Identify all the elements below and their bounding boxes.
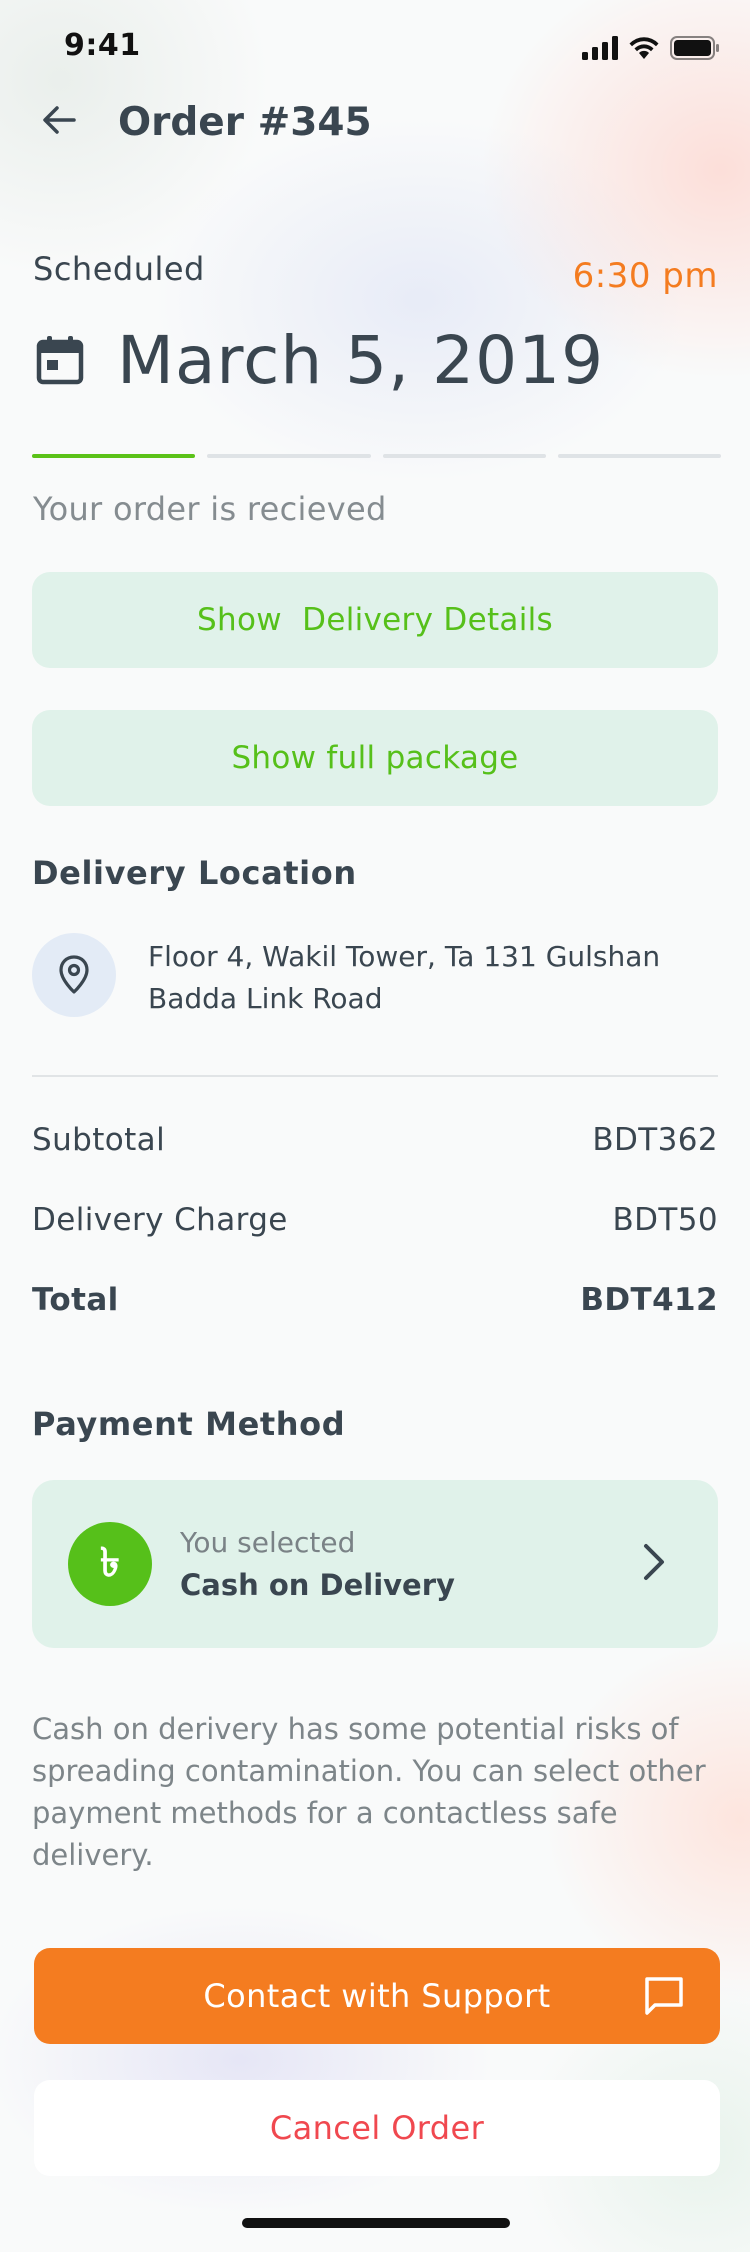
delivery-address: Floor 4, Wakil Tower, Ta 131 Gulshan Bad… [148,936,708,1020]
progress-step [32,454,196,458]
payment-selected-label: You selected [180,1526,356,1559]
address-line-2: Badda Link Road [148,982,383,1015]
battery-icon [670,36,719,60]
page-title: Order #345 [118,100,372,145]
payment-method-name: Cash on Delivery [180,1568,455,1602]
delivery-charge-label: Delivery Charge [32,1202,288,1238]
show-delivery-details-button[interactable]: Show Delivery Details [32,572,718,668]
delivery-location-title: Delivery Location [32,854,357,892]
cancel-order-button[interactable]: Cancel Order [34,2080,720,2176]
location-pin-icon [32,933,116,1017]
schedule-date: March 5, 2019 [117,322,605,399]
delivery-charge-row: Delivery Charge BDT50 [32,1202,718,1238]
chat-icon [645,1977,683,2015]
progress-step [557,454,721,458]
total-value: BDT412 [580,1282,718,1318]
total-label: Total [32,1282,119,1318]
signal-icon [582,36,618,60]
taka-icon: ৳ [68,1522,152,1606]
show-full-package-button[interactable]: Show full package [32,710,718,806]
home-indicator [242,2218,510,2228]
subtotal-value: BDT362 [592,1122,718,1158]
subtotal-label: Subtotal [32,1122,166,1158]
wifi-icon [629,37,659,59]
contact-support-button[interactable]: Contact with Support [34,1948,720,2044]
arrow-left-icon [43,106,76,134]
chevron-right-icon [640,1540,668,1588]
schedule-time: 6:30 pm [572,256,718,296]
progress-step [382,454,546,458]
subtotal-row: Subtotal BDT362 [32,1122,718,1158]
calendar-icon [36,335,84,389]
delivery-charge-value: BDT50 [612,1202,718,1238]
address-line-1: Floor 4, Wakil Tower, Ta 131 Gulshan [148,940,661,973]
total-row: Total BDT412 [32,1282,718,1318]
order-progress-bar [32,454,721,458]
back-button[interactable] [34,98,84,142]
order-status-text: Your order is recieved [33,490,387,528]
progress-step [207,454,371,458]
scheduled-label: Scheduled [33,250,205,288]
status-icons [582,36,720,60]
divider [32,1075,718,1077]
payment-method-card[interactable]: ৳ You selected Cash on Delivery [32,1480,718,1648]
payment-method-title: Payment Method [32,1405,346,1443]
status-time: 9:41 [64,28,141,63]
payment-note: Cash on derivery has some potential risk… [32,1712,706,1872]
contact-support-label: Contact with Support [203,1977,551,2015]
